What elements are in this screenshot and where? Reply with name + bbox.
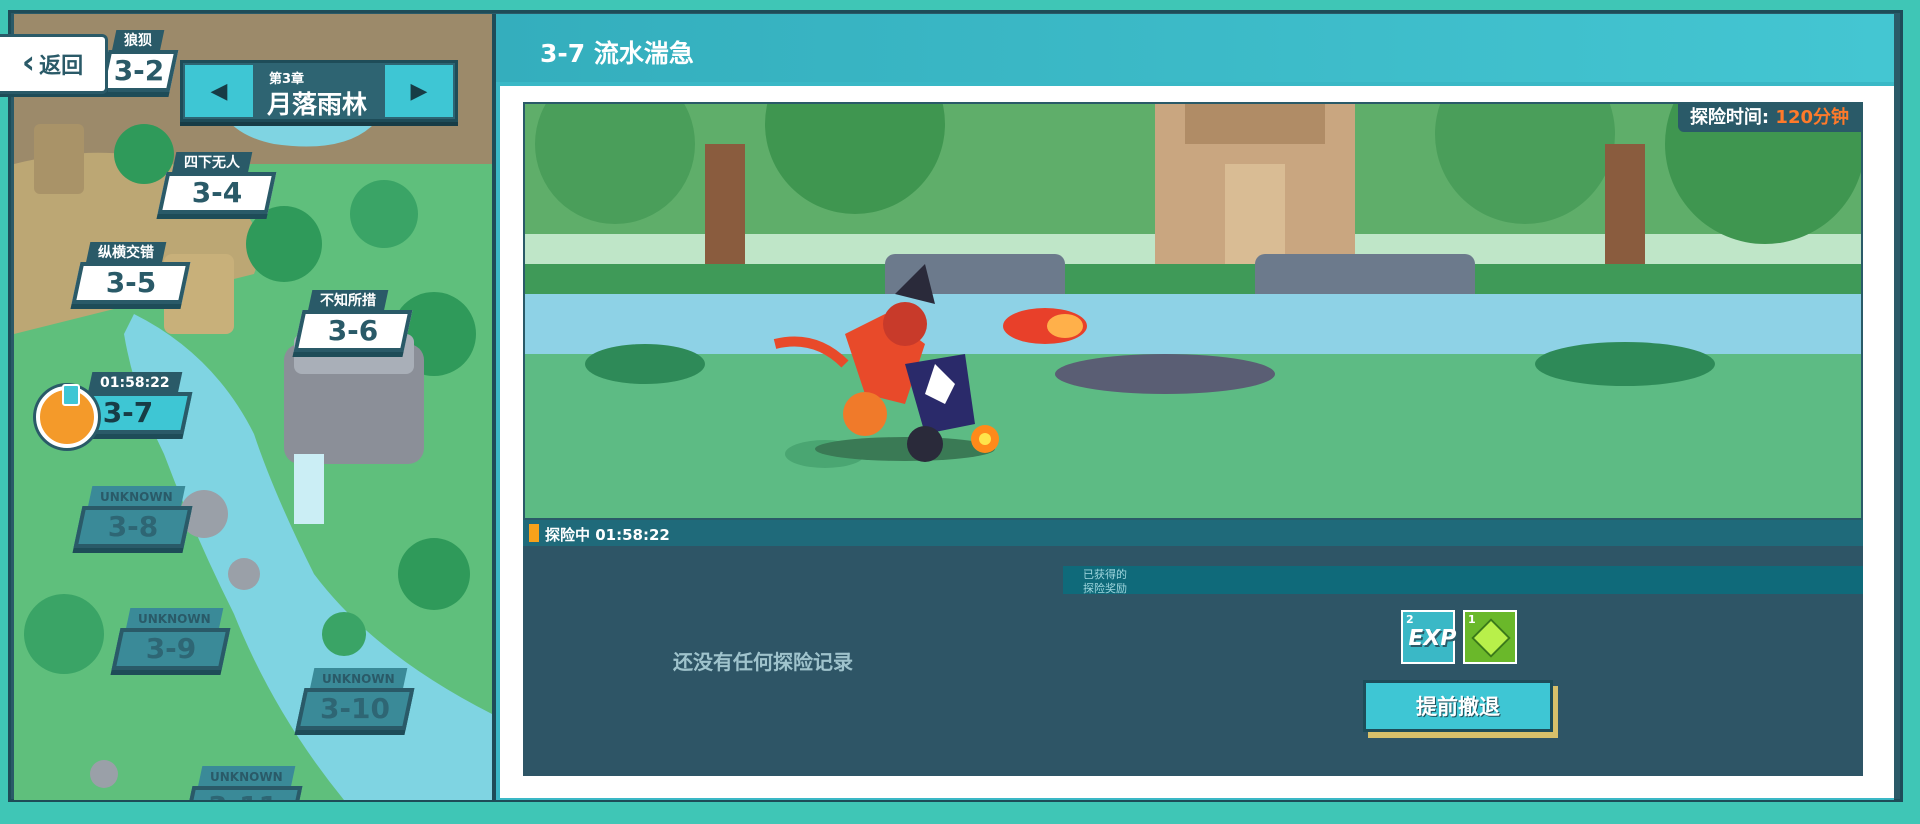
explore-time-value: 120分钟 [1775, 107, 1849, 128]
progress-marker [529, 524, 539, 542]
progress-text: 探险中 01:58:22 [545, 526, 670, 544]
back-label: 返回 [39, 54, 84, 79]
stage-tag: UNKNOWN [125, 608, 223, 630]
explore-time-label: 探险时间: [1689, 107, 1770, 128]
stage-tag: 四下无人 [171, 152, 253, 174]
jungle-scene-illustration [525, 104, 1861, 518]
triangle-right-icon: ▶ [410, 78, 428, 104]
rewards-header: 已获得的 探险奖励 [1063, 566, 1863, 595]
exp-icon: EXP [1405, 626, 1459, 651]
stage-node-3-4[interactable]: 3-4 [157, 172, 277, 214]
stage-node-3-5[interactable]: 3-5 [71, 262, 191, 304]
stage-node-3-8[interactable]: 3-8 [73, 506, 193, 548]
stage-tag: UNKNOWN [309, 668, 407, 690]
prev-chapter-button[interactable]: ◀ [185, 65, 253, 117]
green-crystal-icon [1471, 618, 1511, 658]
back-button[interactable]: ‹ 返回 [0, 34, 108, 94]
rewards-header-line2: 探险奖励 [1083, 582, 1127, 595]
stage-tag: UNKNOWN [87, 486, 185, 508]
rewards-header-line1: 已获得的 [1083, 568, 1127, 581]
stage-detail-panel: 3-7 流水湍急 探险时间: 120分钟 探险中 01:58:22 还没有任何探… [496, 14, 1894, 800]
battle-scene: 探险时间: 120分钟 [523, 102, 1863, 520]
stage-tag: UNKNOWN [197, 766, 295, 788]
stage-title: 3-7 流水湍急 [540, 39, 694, 68]
stage-node-3-2[interactable]: 3-2 [99, 50, 179, 92]
stage-timer-tag: 01:58:22 [87, 372, 182, 394]
exploration-progress: 探险中 01:58:22 [523, 520, 1863, 546]
panel-content: 探险时间: 120分钟 探险中 01:58:22 还没有任何探险记录 已获得的 … [500, 86, 1894, 798]
stage-tag: 不知所措 [307, 290, 389, 312]
hourglass-icon [62, 384, 80, 406]
reward-count: 2 [1406, 613, 1414, 626]
next-chapter-button[interactable]: ▶ [385, 65, 453, 117]
reward-crystal-item[interactable]: 1 [1463, 610, 1517, 664]
chapter-selector: ◀ 第3章 月落雨林 ▶ [180, 60, 458, 122]
stage-tag: 狼狈 [111, 30, 165, 52]
stage-node-3-10[interactable]: 3-10 [295, 688, 415, 730]
explore-time-tab: 探险时间: 120分钟 [1677, 104, 1861, 132]
stage-node-3-9[interactable]: 3-9 [111, 628, 231, 670]
exploration-info: 探险中 01:58:22 还没有任何探险记录 已获得的 探险奖励 2 EXP 1… [523, 520, 1863, 776]
exploring-pet-icon [36, 384, 98, 448]
chevron-left-icon: ‹ [21, 43, 36, 81]
reward-exp-item[interactable]: 2 EXP [1401, 610, 1458, 664]
reward-count: 1 [1468, 613, 1476, 626]
stage-node-3-6[interactable]: 3-6 [293, 310, 413, 352]
panel-header: 3-7 流水湍急 [496, 14, 1894, 82]
triangle-left-icon: ◀ [210, 78, 228, 104]
stage-tag: 纵横交错 [85, 242, 167, 264]
stage-node-3-11[interactable]: 3-11 [183, 786, 303, 800]
chapter-map: 狼狈 3-2 四下无人 3-4 纵横交错 3-5 不知所措 3-6 01:58:… [14, 14, 496, 800]
chapter-name: 月落雨林 [267, 90, 368, 119]
empty-log-text: 还没有任何探险记录 [673, 650, 853, 674]
early-retreat-button[interactable]: 提前撤退 [1363, 680, 1553, 732]
